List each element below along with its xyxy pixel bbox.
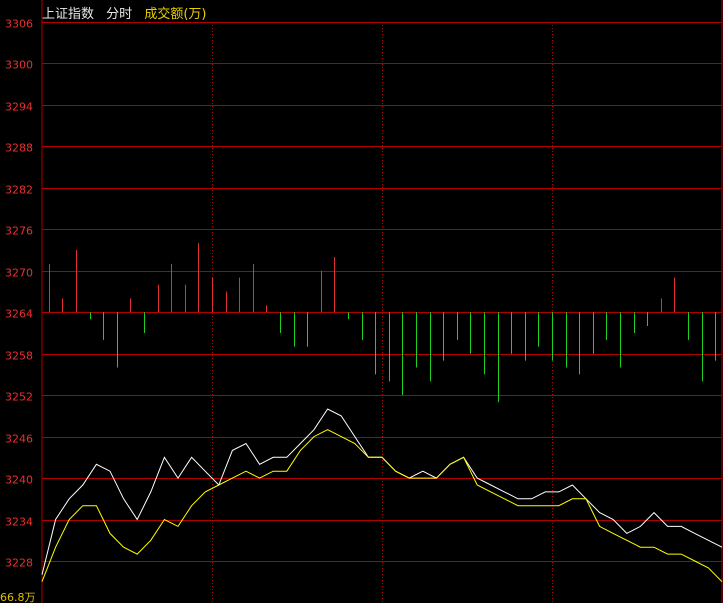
y-tick-label: 3246 (5, 433, 33, 446)
chart-header: 上证指数 分时 成交额(万) (42, 3, 214, 22)
y-tick-label: 3264 (5, 308, 33, 321)
index-title: 上证指数 (42, 7, 95, 22)
y-tick-label: 3276 (5, 225, 33, 238)
indicator-label[interactable]: 成交额(万) (144, 7, 206, 22)
volume-scale-label: 66.8万 (0, 591, 36, 603)
y-tick-label: 3228 (5, 557, 33, 570)
y-tick-label: 3288 (5, 142, 33, 155)
intraday-chart[interactable]: 3306 3300 3294 3288 3282 3276 3270 3264 3258 3252… (0, 0, 723, 603)
chart-window: 3306 3300 3294 3288 3282 3276 3270 3264 3258 3252… (0, 0, 723, 603)
y-tick-label: 3294 (5, 101, 33, 114)
y-tick-label: 3270 (5, 267, 33, 280)
y-tick-label: 3258 (5, 350, 33, 363)
y-tick-label: 3234 (5, 516, 33, 529)
y-tick-label: 3282 (5, 184, 33, 197)
y-tick-label: 3306 (5, 18, 33, 31)
mode-label[interactable]: 分时 (106, 7, 132, 22)
y-tick-label: 3252 (5, 391, 33, 404)
y-tick-label: 3300 (5, 59, 33, 72)
y-tick-label: 3240 (5, 474, 33, 487)
